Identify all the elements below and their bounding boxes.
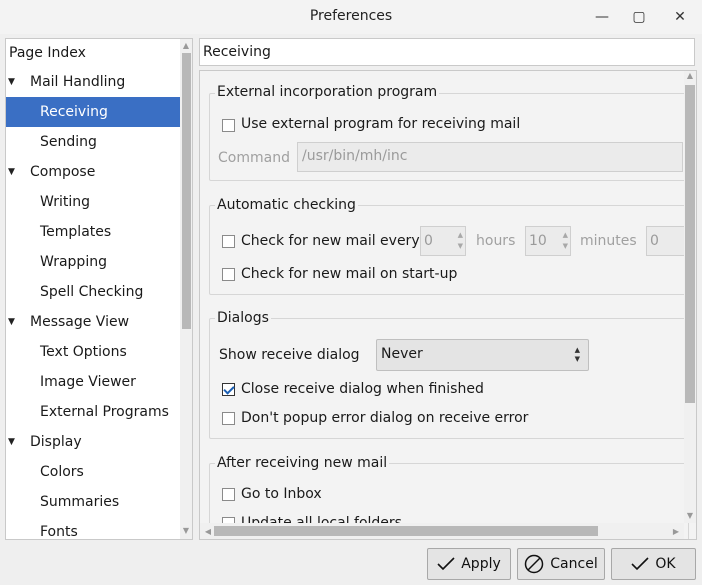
tree-item-label: Compose [30,164,96,180]
automatic-checking-title: Automatic checking [215,197,358,213]
tree-header: Page Index [9,45,86,61]
minimize-icon[interactable]: — [588,4,616,30]
content-vscrollbar[interactable]: ▲ ▼ [684,71,696,523]
tree-item-message-view[interactable]: ▼ Message View [6,307,180,337]
cancel-icon [525,554,544,574]
tree-item-templates[interactable]: Templates [6,217,180,247]
no-popup-error-checkbox[interactable] [222,412,235,425]
tree-item-external-programs[interactable]: External Programs [6,397,180,427]
tree-item-writing[interactable]: Writing [6,187,180,217]
tree-item-label: Sending [40,134,97,150]
seconds-value: 0 [650,233,659,249]
tree-item-label: Fonts [40,524,78,540]
use-external-checkbox[interactable] [222,119,235,132]
title-bar: Preferences — ▢ ✕ [0,0,702,34]
tree-item-label: Message View [30,314,130,330]
tree-item-receiving[interactable]: Receiving [6,97,180,127]
scroll-right-icon[interactable]: ▶ [670,527,682,536]
check-icon [437,557,455,571]
tree-item-label: Display [30,434,82,450]
external-program-title: External incorporation program [215,84,440,100]
content-vscroll-thumb[interactable] [685,85,695,403]
ok-label: OK [655,556,676,572]
apply-label: Apply [461,556,501,572]
tree-item-sending[interactable]: Sending [6,127,180,157]
tree-item-image-viewer[interactable]: Image Viewer [6,367,180,397]
tree-item-summaries[interactable]: Summaries [6,487,180,517]
tree-item-compose[interactable]: ▼ Compose [6,157,180,187]
use-external-label: Use external program for receiving mail [241,116,521,132]
show-receive-select[interactable]: Never ▲ ▼ [376,339,589,371]
show-receive-label: Show receive dialog [219,347,360,363]
content-hscrollbar[interactable]: ◀ ▶ [200,523,684,539]
spin-arrows-icon[interactable]: ▲ ▼ [563,230,568,252]
tree-item-colors[interactable]: Colors [6,457,180,487]
content-hscroll-thumb[interactable] [214,526,598,536]
hours-spinbox[interactable]: 0 ▲ ▼ [420,226,466,256]
go-inbox-checkbox[interactable] [222,488,235,501]
tree-item-label: Text Options [40,344,127,360]
tree-item-label: External Programs [40,404,169,420]
page-title: Receiving [199,38,695,66]
show-receive-value: Never [381,346,423,362]
expand-arrow-icon[interactable]: ▼ [8,157,15,187]
tree-item-display[interactable]: ▼ Display [6,427,180,457]
hours-value: 0 [424,233,433,249]
tree-item-label: Mail Handling [30,74,126,90]
command-field[interactable]: /usr/bin/mh/inc [297,142,683,172]
spin-arrows-icon[interactable]: ▲ ▼ [458,230,463,252]
minutes-spinbox[interactable]: 10 ▲ ▼ [525,226,571,256]
tree-item-label: Spell Checking [40,284,144,300]
tree-item-label: Wrapping [40,254,107,270]
tree-item-label: Colors [40,464,84,480]
scroll-up-icon[interactable]: ▲ [180,41,192,50]
maximize-icon[interactable]: ▢ [625,4,653,30]
cancel-button[interactable]: Cancel [517,548,605,580]
tree-item-text-options[interactable]: Text Options [6,337,180,367]
tree-item-spell-checking[interactable]: Spell Checking [6,277,180,307]
hours-label: hours [476,233,516,249]
select-arrows-icon: ▲ ▼ [574,346,580,363]
close-when-finished-label: Close receive dialog when finished [241,381,484,397]
tree-item-fonts[interactable]: Fonts [6,517,180,540]
ok-button[interactable]: OK [611,548,696,580]
settings-panel: External incorporation program Use exter… [199,70,697,540]
page-index-tree[interactable]: Page Index ▼ Mail Handling Receiving Sendin… [5,38,193,540]
tree-item-label: Writing [40,194,90,210]
apply-button[interactable]: Apply [427,548,511,580]
after-receiving-title: After receiving new mail [215,455,390,471]
expand-arrow-icon[interactable]: ▼ [8,307,15,337]
no-popup-error-label: Don't popup error dialog on receive erro… [241,410,529,426]
expand-arrow-icon[interactable]: ▼ [8,67,15,97]
tree-item-label: Templates [40,224,112,240]
scroll-down-icon[interactable]: ▼ [180,526,192,535]
tree-scrollbar[interactable]: ▲ ▼ [180,39,192,539]
scroll-up-icon[interactable]: ▲ [684,71,696,80]
scroll-left-icon[interactable]: ◀ [202,527,214,536]
tree-item-wrapping[interactable]: Wrapping [6,247,180,277]
tree-item-mail-handling[interactable]: ▼ Mail Handling [6,67,180,97]
tree-item-label: Receiving [40,104,108,120]
startup-checkbox[interactable] [222,268,235,281]
minutes-value: 10 [529,233,547,249]
command-label: Command [218,150,290,166]
tree-scroll-thumb[interactable] [182,53,191,329]
close-icon[interactable]: ✕ [666,4,694,30]
expand-arrow-icon[interactable]: ▼ [8,427,15,457]
tree-item-label: Image Viewer [40,374,136,390]
dialogs-title: Dialogs [215,310,271,326]
check-every-checkbox[interactable] [222,235,235,248]
close-when-finished-checkbox[interactable] [222,383,235,396]
startup-label: Check for new mail on start-up [241,266,458,282]
cancel-label: Cancel [550,556,598,572]
check-every-label: Check for new mail every [241,233,420,249]
minutes-label: minutes [580,233,637,249]
scroll-down-icon[interactable]: ▼ [684,511,696,520]
go-inbox-label: Go to Inbox [241,486,322,502]
tree-item-label: Summaries [40,494,120,510]
check-icon [631,557,649,571]
